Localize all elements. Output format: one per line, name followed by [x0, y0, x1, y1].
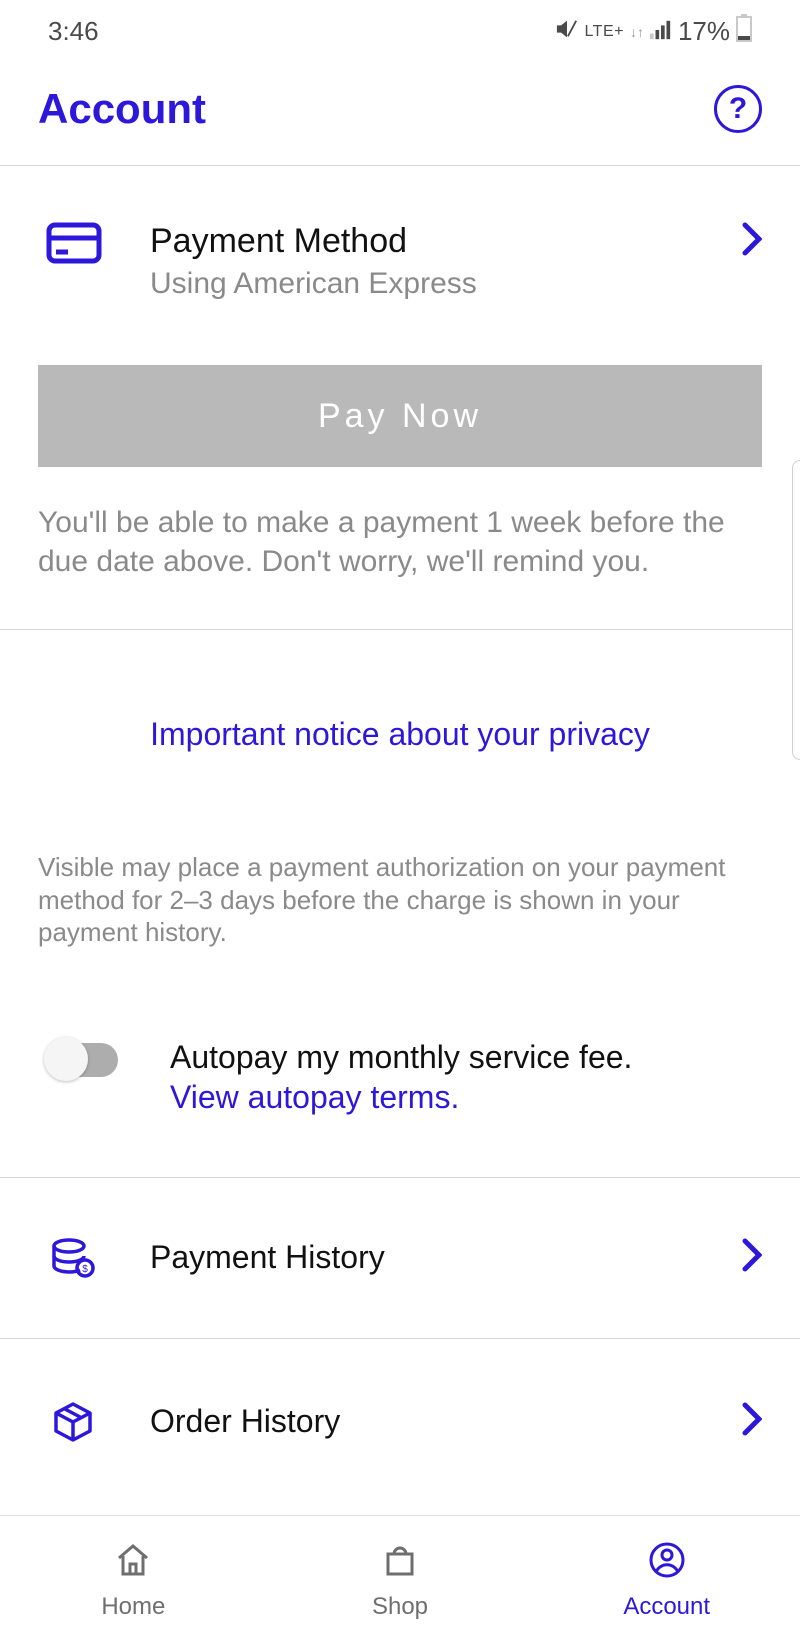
nav-shop-label: Shop — [372, 1593, 428, 1621]
autopay-toggle[interactable] — [46, 1043, 118, 1077]
authorization-note: Visible may place a payment authorizatio… — [0, 783, 800, 949]
bottom-nav: Home Shop Account — [0, 1515, 800, 1645]
bag-icon — [380, 1540, 420, 1587]
autopay-label: Autopay my monthly service fee. — [170, 1039, 632, 1075]
scroll-indicator — [792, 460, 800, 760]
order-history-row[interactable]: Order History — [0, 1339, 800, 1453]
payment-method-row[interactable]: Payment Method Using American Express — [0, 166, 800, 301]
data-arrows-icon: ↓↑ — [630, 24, 644, 40]
account-icon — [647, 1540, 687, 1587]
payment-history-label: Payment History — [150, 1239, 688, 1276]
battery-percent: 17% — [678, 16, 730, 47]
chevron-right-icon — [742, 1238, 762, 1277]
nav-home[interactable]: Home — [0, 1516, 267, 1645]
chevron-right-icon — [742, 222, 762, 261]
package-icon — [50, 1401, 96, 1443]
autopay-terms-link[interactable]: View autopay terms. — [170, 1079, 459, 1115]
payment-history-row[interactable]: $ Payment History — [0, 1178, 800, 1339]
home-icon — [113, 1540, 153, 1587]
nav-account-label: Account — [623, 1593, 710, 1621]
pay-now-button[interactable]: Pay Now — [38, 365, 762, 467]
autopay-row: Autopay my monthly service fee. View aut… — [0, 949, 800, 1178]
chevron-right-icon — [742, 1402, 762, 1441]
payment-method-title: Payment Method — [150, 222, 694, 261]
coins-icon: $ — [50, 1238, 96, 1278]
help-icon: ? — [729, 92, 747, 126]
status-right: LTE+ ↓↑ 17% — [556, 14, 752, 49]
pay-message: You'll be able to make a payment 1 week … — [0, 467, 800, 630]
toggle-knob — [44, 1037, 88, 1081]
network-label: LTE+ — [584, 23, 624, 41]
payment-method-subtitle: Using American Express — [150, 267, 694, 301]
nav-home-label: Home — [101, 1593, 165, 1621]
svg-text:$: $ — [82, 1264, 88, 1275]
signal-icon — [650, 16, 672, 47]
nav-shop[interactable]: Shop — [267, 1516, 534, 1645]
status-time: 3:46 — [48, 16, 99, 47]
help-button[interactable]: ? — [714, 85, 762, 133]
card-icon — [46, 222, 102, 264]
page-header: Account ? — [0, 57, 800, 166]
status-bar: 3:46 LTE+ ↓↑ 17% — [0, 0, 800, 57]
order-history-label: Order History — [150, 1403, 688, 1440]
page-title: Account — [38, 85, 206, 133]
nav-account[interactable]: Account — [533, 1516, 800, 1645]
privacy-notice-link[interactable]: Important notice about your privacy — [0, 630, 800, 783]
battery-icon — [736, 14, 752, 49]
mute-icon — [556, 16, 578, 47]
